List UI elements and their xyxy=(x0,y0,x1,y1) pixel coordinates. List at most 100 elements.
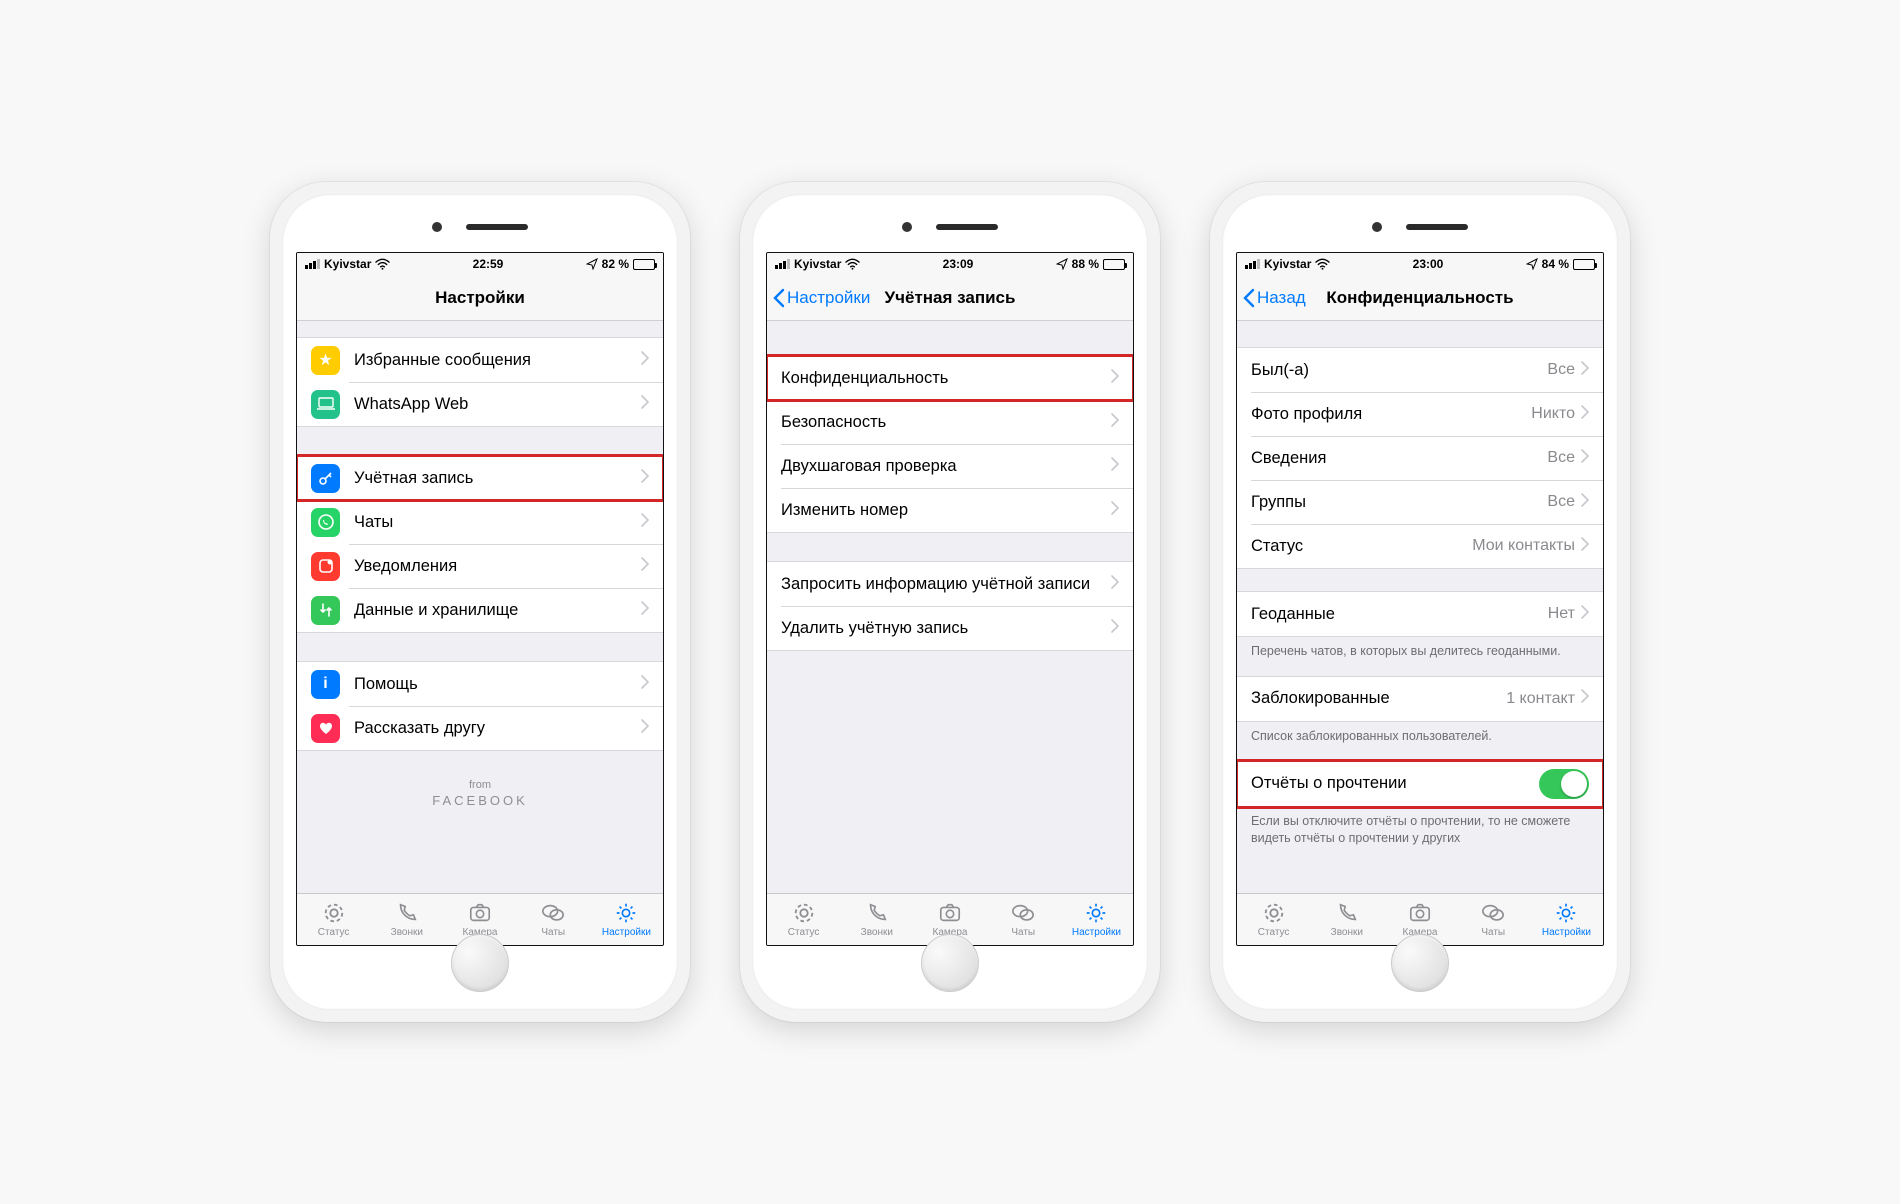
location-icon xyxy=(1056,258,1068,270)
footer-note-read: Если вы отключите отчёты о прочтении, то… xyxy=(1237,807,1603,847)
tab-label: Звонки xyxy=(1331,927,1363,938)
tab-calls[interactable]: Звонки xyxy=(840,894,913,945)
chevron-right-icon xyxy=(1581,449,1589,468)
tab-settings[interactable]: Настройки xyxy=(1060,894,1133,945)
account-list[interactable]: Конфиденциальность Безопасность Двухшаго… xyxy=(767,321,1133,893)
chevron-right-icon xyxy=(641,557,649,576)
back-button[interactable]: Назад xyxy=(1243,288,1306,308)
row-label: Изменить номер xyxy=(781,501,1111,520)
wifi-icon xyxy=(1315,258,1330,270)
read-receipts-toggle[interactable] xyxy=(1539,769,1589,799)
data-icon xyxy=(311,596,340,625)
row-value: 1 контакт xyxy=(1506,690,1575,708)
wifi-icon xyxy=(375,258,390,270)
row-two-step[interactable]: Двухшаговая проверка xyxy=(767,444,1133,488)
notification-icon xyxy=(311,552,340,581)
home-button[interactable] xyxy=(921,934,979,992)
chevron-right-icon xyxy=(641,351,649,370)
nav-bar: Настройки Учётная запись xyxy=(767,275,1133,321)
speaker-icon xyxy=(466,224,528,230)
row-label: Группы xyxy=(1251,493,1547,512)
row-status-privacy[interactable]: Статус Мои контакты xyxy=(1237,524,1603,568)
row-tell-friend[interactable]: Рассказать другу xyxy=(297,706,663,750)
row-profile-photo[interactable]: Фото профиля Никто xyxy=(1237,392,1603,436)
tab-status[interactable]: Статус xyxy=(297,894,370,945)
chevron-right-icon xyxy=(1111,619,1119,638)
row-label: Помощь xyxy=(354,675,641,694)
from-label: from xyxy=(297,779,663,791)
signal-icon xyxy=(775,259,790,269)
chevron-right-icon xyxy=(1581,493,1589,512)
info-icon: i xyxy=(311,670,340,699)
row-delete-account[interactable]: Удалить учётную запись xyxy=(767,606,1133,650)
row-groups[interactable]: Группы Все xyxy=(1237,480,1603,524)
back-label: Настройки xyxy=(787,288,870,308)
row-help[interactable]: i Помощь xyxy=(297,662,663,706)
settings-list[interactable]: ★ Избранные сообщения WhatsApp Web xyxy=(297,321,663,893)
row-label: Учётная запись xyxy=(354,469,641,488)
tab-label: Чаты xyxy=(541,927,565,938)
row-starred-messages[interactable]: ★ Избранные сообщения xyxy=(297,338,663,382)
chevron-right-icon xyxy=(1581,361,1589,380)
privacy-list[interactable]: Был(-а) Все Фото профиля Никто Сведения … xyxy=(1237,321,1603,893)
carrier-label: Kyivstar xyxy=(1264,257,1311,271)
tab-label: Статус xyxy=(788,927,820,938)
wifi-icon xyxy=(845,258,860,270)
row-label: Конфиденциальность xyxy=(781,369,1111,388)
battery-icon xyxy=(633,259,655,270)
row-whatsapp-web[interactable]: WhatsApp Web xyxy=(297,382,663,426)
row-label: Рассказать другу xyxy=(354,719,641,738)
nav-title: Настройки xyxy=(435,288,525,308)
chevron-right-icon xyxy=(641,469,649,488)
row-value: Все xyxy=(1547,449,1575,467)
speaker-icon xyxy=(936,224,998,230)
row-read-receipts[interactable]: Отчёты о прочтении xyxy=(1237,762,1603,806)
home-button[interactable] xyxy=(1391,934,1449,992)
nav-bar: Назад Конфиденциальность xyxy=(1237,275,1603,321)
home-button[interactable] xyxy=(451,934,509,992)
row-account[interactable]: Учётная запись xyxy=(297,456,663,500)
tab-settings[interactable]: Настройки xyxy=(1530,894,1603,945)
tab-label: Статус xyxy=(1258,927,1290,938)
row-storage[interactable]: Данные и хранилище xyxy=(297,588,663,632)
tab-label: Статус xyxy=(318,927,350,938)
tab-settings[interactable]: Настройки xyxy=(590,894,663,945)
row-label: Чаты xyxy=(354,513,641,532)
row-label: Отчёты о прочтении xyxy=(1251,774,1539,793)
footer-note-geo: Перечень чатов, в которых вы делитесь ге… xyxy=(1237,637,1603,660)
phone-inner: Kyivstar 23:09 88 % Настройки Учётная за… xyxy=(752,194,1148,1010)
row-change-number[interactable]: Изменить номер xyxy=(767,488,1133,532)
row-security[interactable]: Безопасность xyxy=(767,400,1133,444)
row-blocked[interactable]: Заблокированные 1 контакт xyxy=(1237,677,1603,721)
row-about[interactable]: Сведения Все xyxy=(1237,436,1603,480)
tab-chats[interactable]: Чаты xyxy=(987,894,1060,945)
signal-icon xyxy=(1245,259,1260,269)
phone-account: Kyivstar 23:09 88 % Настройки Учётная за… xyxy=(740,182,1160,1022)
row-chats[interactable]: Чаты xyxy=(297,500,663,544)
laptop-icon xyxy=(311,390,340,419)
row-request-info[interactable]: Запросить информацию учётной записи xyxy=(767,562,1133,606)
location-icon xyxy=(1526,258,1538,270)
back-button[interactable]: Настройки xyxy=(773,288,870,308)
phone-inner: Kyivstar 22:59 82 % Настройки ★ Избранны… xyxy=(282,194,678,1010)
screen: Kyivstar 23:09 88 % Настройки Учётная за… xyxy=(766,252,1134,946)
tab-label: Чаты xyxy=(1011,927,1035,938)
row-value: Все xyxy=(1547,361,1575,379)
tab-status[interactable]: Статус xyxy=(1237,894,1310,945)
front-camera-icon xyxy=(432,222,442,232)
status-bar: Kyivstar 22:59 82 % xyxy=(297,253,663,275)
tab-label: Звонки xyxy=(861,927,893,938)
whatsapp-icon xyxy=(311,508,340,537)
tab-chats[interactable]: Чаты xyxy=(1457,894,1530,945)
battery-label: 84 % xyxy=(1542,257,1569,271)
tab-status[interactable]: Статус xyxy=(767,894,840,945)
tab-calls[interactable]: Звонки xyxy=(370,894,443,945)
row-label: Был(-а) xyxy=(1251,361,1547,380)
row-last-seen[interactable]: Был(-а) Все xyxy=(1237,348,1603,392)
row-live-location[interactable]: Геоданные Нет xyxy=(1237,592,1603,636)
chevron-right-icon xyxy=(641,513,649,532)
tab-calls[interactable]: Звонки xyxy=(1310,894,1383,945)
row-notifications[interactable]: Уведомления xyxy=(297,544,663,588)
tab-chats[interactable]: Чаты xyxy=(517,894,590,945)
row-privacy[interactable]: Конфиденциальность xyxy=(767,356,1133,400)
